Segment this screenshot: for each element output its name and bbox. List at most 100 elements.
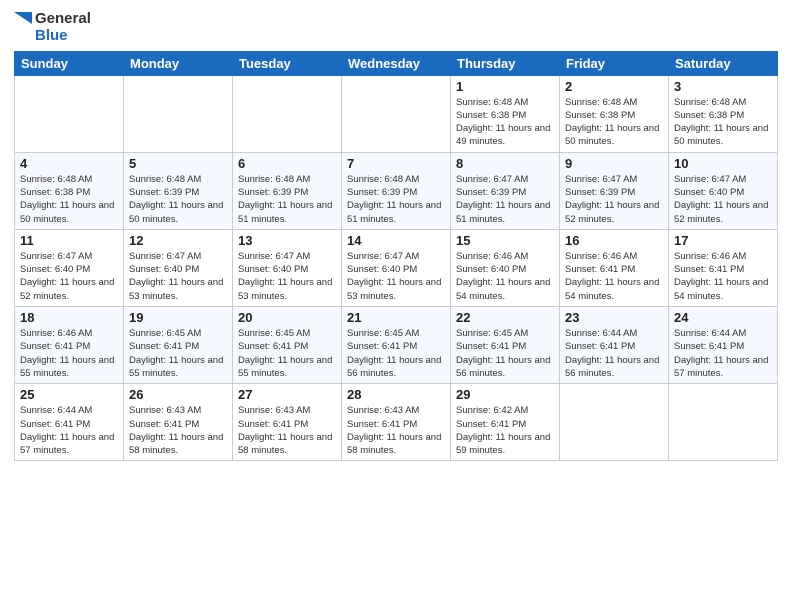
day-info: Sunrise: 6:48 AM Sunset: 6:38 PM Dayligh… (565, 96, 663, 149)
weekday-header-saturday: Saturday (669, 51, 778, 75)
day-number: 7 (347, 156, 445, 171)
day-info: Sunrise: 6:45 AM Sunset: 6:41 PM Dayligh… (347, 327, 445, 380)
weekday-header-friday: Friday (560, 51, 669, 75)
calendar-cell: 18 Sunrise: 6:46 AM Sunset: 6:41 PM Dayli… (15, 307, 124, 384)
calendar-cell: 24 Sunrise: 6:44 AM Sunset: 6:41 PM Dayli… (669, 307, 778, 384)
day-number: 8 (456, 156, 554, 171)
day-info: Sunrise: 6:45 AM Sunset: 6:41 PM Dayligh… (129, 327, 227, 380)
day-info: Sunrise: 6:44 AM Sunset: 6:41 PM Dayligh… (674, 327, 772, 380)
calendar-cell (124, 75, 233, 152)
weekday-header-monday: Monday (124, 51, 233, 75)
calendar-cell: 10 Sunrise: 6:47 AM Sunset: 6:40 PM Dayli… (669, 152, 778, 229)
calendar-cell: 5 Sunrise: 6:48 AM Sunset: 6:39 PM Daylig… (124, 152, 233, 229)
calendar-cell: 25 Sunrise: 6:44 AM Sunset: 6:41 PM Dayli… (15, 384, 124, 461)
day-info: Sunrise: 6:48 AM Sunset: 6:39 PM Dayligh… (238, 173, 336, 226)
day-info: Sunrise: 6:46 AM Sunset: 6:41 PM Dayligh… (20, 327, 118, 380)
calendar-cell: 20 Sunrise: 6:45 AM Sunset: 6:41 PM Dayli… (233, 307, 342, 384)
day-number: 26 (129, 387, 227, 402)
day-info: Sunrise: 6:48 AM Sunset: 6:39 PM Dayligh… (347, 173, 445, 226)
day-info: Sunrise: 6:46 AM Sunset: 6:40 PM Dayligh… (456, 250, 554, 303)
day-info: Sunrise: 6:47 AM Sunset: 6:40 PM Dayligh… (238, 250, 336, 303)
calendar-cell (233, 75, 342, 152)
logo: General Blue (14, 10, 91, 45)
day-info: Sunrise: 6:48 AM Sunset: 6:38 PM Dayligh… (20, 173, 118, 226)
calendar-cell: 16 Sunrise: 6:46 AM Sunset: 6:41 PM Dayli… (560, 229, 669, 306)
calendar-cell: 11Sunrise: 6:47 AM Sunset: 6:40 PM Dayli… (15, 229, 124, 306)
day-info: Sunrise: 6:45 AM Sunset: 6:41 PM Dayligh… (456, 327, 554, 380)
day-number: 29 (456, 387, 554, 402)
calendar-cell: 3 Sunrise: 6:48 AM Sunset: 6:38 PM Daylig… (669, 75, 778, 152)
calendar-cell: 29 Sunrise: 6:42 AM Sunset: 6:41 PM Dayli… (451, 384, 560, 461)
weekday-header-wednesday: Wednesday (342, 51, 451, 75)
day-number: 25 (20, 387, 118, 402)
logo-triangle-icon (14, 12, 32, 42)
day-info: Sunrise: 6:47 AM Sunset: 6:40 PM Dayligh… (20, 250, 118, 303)
logo-text: General Blue (35, 10, 91, 45)
day-number: 5 (129, 156, 227, 171)
calendar-cell: 27 Sunrise: 6:43 AM Sunset: 6:41 PM Dayli… (233, 384, 342, 461)
calendar-cell: 9Sunrise: 6:47 AM Sunset: 6:39 PM Daylig… (560, 152, 669, 229)
day-info: Sunrise: 6:42 AM Sunset: 6:41 PM Dayligh… (456, 404, 554, 457)
day-number: 22 (456, 310, 554, 325)
day-number: 19 (129, 310, 227, 325)
calendar-cell: 15 Sunrise: 6:46 AM Sunset: 6:40 PM Dayli… (451, 229, 560, 306)
day-number: 16 (565, 233, 663, 248)
header: General Blue (14, 10, 778, 45)
day-number: 3 (674, 79, 772, 94)
calendar-cell (15, 75, 124, 152)
calendar-cell: 7 Sunrise: 6:48 AM Sunset: 6:39 PM Daylig… (342, 152, 451, 229)
calendar-cell: 2 Sunrise: 6:48 AM Sunset: 6:38 PM Daylig… (560, 75, 669, 152)
calendar-cell: 19 Sunrise: 6:45 AM Sunset: 6:41 PM Dayli… (124, 307, 233, 384)
weekday-header-thursday: Thursday (451, 51, 560, 75)
day-info: Sunrise: 6:47 AM Sunset: 6:39 PM Dayligh… (456, 173, 554, 226)
day-number: 17 (674, 233, 772, 248)
calendar-cell: 8 Sunrise: 6:47 AM Sunset: 6:39 PM Daylig… (451, 152, 560, 229)
calendar-cell: 14 Sunrise: 6:47 AM Sunset: 6:40 PM Dayli… (342, 229, 451, 306)
day-number: 12 (129, 233, 227, 248)
day-info: Sunrise: 6:48 AM Sunset: 6:38 PM Dayligh… (456, 96, 554, 149)
logo-line1: General (35, 10, 91, 27)
day-number: 20 (238, 310, 336, 325)
page: General Blue SundayMondayTuesdayWednesda… (0, 0, 792, 612)
day-number: 23 (565, 310, 663, 325)
day-info: Sunrise: 6:48 AM Sunset: 6:39 PM Dayligh… (129, 173, 227, 226)
day-number: 14 (347, 233, 445, 248)
day-info: Sunrise: 6:44 AM Sunset: 6:41 PM Dayligh… (20, 404, 118, 457)
weekday-header-tuesday: Tuesday (233, 51, 342, 75)
calendar-cell (669, 384, 778, 461)
day-info: Sunrise: 6:46 AM Sunset: 6:41 PM Dayligh… (674, 250, 772, 303)
day-info: Sunrise: 6:48 AM Sunset: 6:38 PM Dayligh… (674, 96, 772, 149)
weekday-header-sunday: Sunday (15, 51, 124, 75)
calendar-cell: 6 Sunrise: 6:48 AM Sunset: 6:39 PM Daylig… (233, 152, 342, 229)
calendar-cell: 17 Sunrise: 6:46 AM Sunset: 6:41 PM Dayli… (669, 229, 778, 306)
day-number: 6 (238, 156, 336, 171)
day-info: Sunrise: 6:47 AM Sunset: 6:40 PM Dayligh… (674, 173, 772, 226)
calendar-cell: 22 Sunrise: 6:45 AM Sunset: 6:41 PM Dayli… (451, 307, 560, 384)
day-info: Sunrise: 6:43 AM Sunset: 6:41 PM Dayligh… (347, 404, 445, 457)
day-number: 15 (456, 233, 554, 248)
calendar-cell: 1Sunrise: 6:48 AM Sunset: 6:38 PM Daylig… (451, 75, 560, 152)
day-info: Sunrise: 6:47 AM Sunset: 6:40 PM Dayligh… (129, 250, 227, 303)
calendar-cell (342, 75, 451, 152)
calendar-cell: 23 Sunrise: 6:44 AM Sunset: 6:41 PM Dayli… (560, 307, 669, 384)
day-info: Sunrise: 6:44 AM Sunset: 6:41 PM Dayligh… (565, 327, 663, 380)
logo-container: General Blue (14, 10, 91, 45)
calendar-table: SundayMondayTuesdayWednesdayThursdayFrid… (14, 51, 778, 462)
day-info: Sunrise: 6:43 AM Sunset: 6:41 PM Dayligh… (129, 404, 227, 457)
day-number: 9 (565, 156, 663, 171)
calendar-cell: 26 Sunrise: 6:43 AM Sunset: 6:41 PM Dayli… (124, 384, 233, 461)
calendar-cell: 21Sunrise: 6:45 AM Sunset: 6:41 PM Dayli… (342, 307, 451, 384)
day-info: Sunrise: 6:46 AM Sunset: 6:41 PM Dayligh… (565, 250, 663, 303)
logo-line2: Blue (35, 27, 91, 44)
day-info: Sunrise: 6:45 AM Sunset: 6:41 PM Dayligh… (238, 327, 336, 380)
day-info: Sunrise: 6:43 AM Sunset: 6:41 PM Dayligh… (238, 404, 336, 457)
day-number: 27 (238, 387, 336, 402)
day-info: Sunrise: 6:47 AM Sunset: 6:40 PM Dayligh… (347, 250, 445, 303)
day-number: 2 (565, 79, 663, 94)
day-number: 18 (20, 310, 118, 325)
day-number: 28 (347, 387, 445, 402)
calendar-cell (560, 384, 669, 461)
calendar-cell: 12 Sunrise: 6:47 AM Sunset: 6:40 PM Dayli… (124, 229, 233, 306)
day-number: 10 (674, 156, 772, 171)
day-number: 24 (674, 310, 772, 325)
